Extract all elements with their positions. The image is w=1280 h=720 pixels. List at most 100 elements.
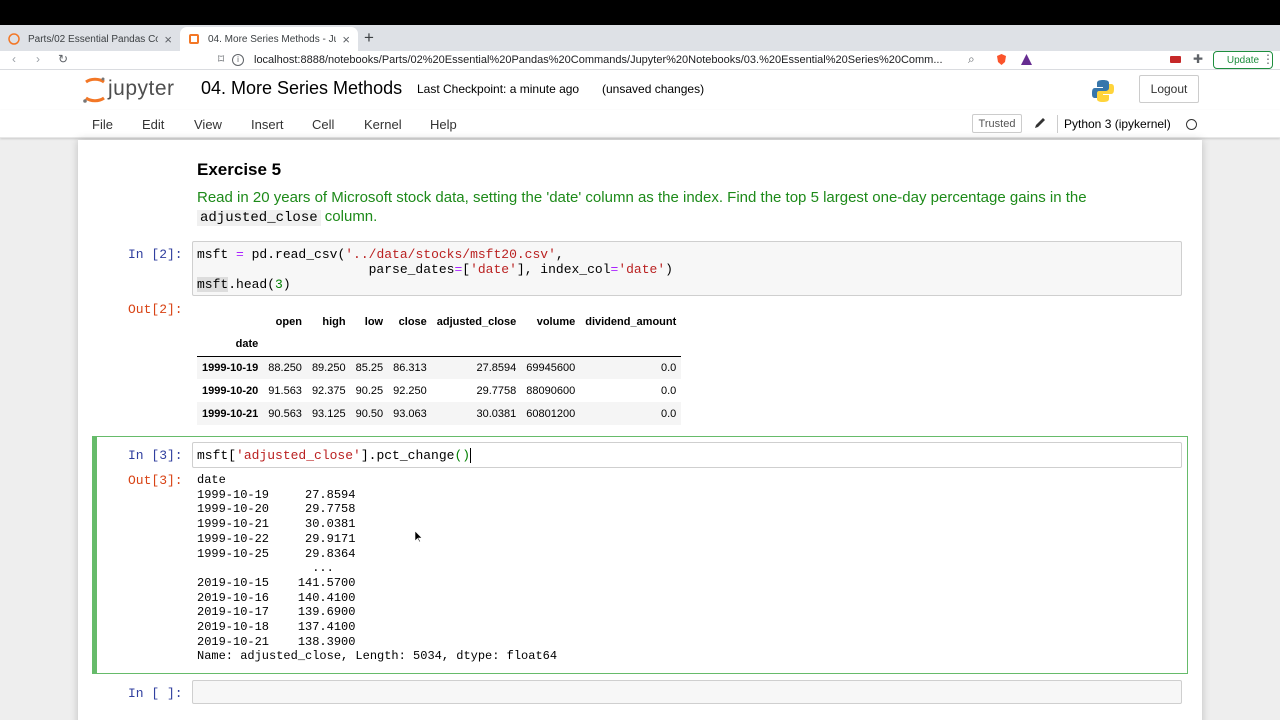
output-line: date <box>197 473 226 487</box>
dataframe-header-row: open high low close adjusted_close volum… <box>197 310 681 333</box>
cell3-code: msft['adjusted_close'].pct_change() <box>197 448 472 463</box>
menu-cell[interactable]: Cell <box>312 117 334 132</box>
code-token: pd.read_csv( <box>243 247 346 262</box>
code-token: msft[ <box>197 448 237 463</box>
table-cell: 91.563 <box>268 384 302 397</box>
code-token: () <box>454 448 471 463</box>
tab-close-icon[interactable]: × <box>164 32 172 47</box>
empty-cell <box>580 333 682 357</box>
python-logo-icon <box>1092 80 1114 102</box>
back-icon[interactable]: ‹ <box>12 52 16 66</box>
zoom-icon[interactable]: ⌕ <box>968 52 975 67</box>
output-line: ... <box>197 561 334 576</box>
brave-rewards-icon[interactable] <box>1020 53 1033 66</box>
pencil-icon[interactable] <box>1033 116 1047 130</box>
column-header: open <box>275 315 302 328</box>
menu-container: File Edit View Insert Cell Kernel Help T… <box>78 110 1202 138</box>
bookmark-icon[interactable]: ⌑ <box>218 52 224 66</box>
menu-view[interactable]: View <box>194 117 222 132</box>
table-cell: 92.250 <box>393 384 427 397</box>
row-index: 1999-10-21 <box>202 407 259 420</box>
table-cell: 60801200 <box>526 407 576 420</box>
browser-tab-more-series[interactable]: 04. More Series Methods - Jupyt × <box>180 27 358 51</box>
table-cell: 69945600 <box>526 361 576 374</box>
code-token: 'date' <box>618 262 666 277</box>
forward-icon[interactable]: › <box>36 52 40 66</box>
table-cell: 0.0 <box>660 361 677 374</box>
checkpoint-status: Last Checkpoint: a minute ago <box>417 82 580 96</box>
exercise-text: Read in 20 years of Microsoft stock data… <box>197 188 1167 228</box>
menu-kebab-icon[interactable]: ⋮ <box>1262 52 1274 66</box>
table-row: 1999-10-19 88.250 89.250 85.25 86.313 27… <box>197 356 682 379</box>
column-header: dividend_amount <box>585 315 677 328</box>
menu-help[interactable]: Help <box>430 117 457 132</box>
address-bar[interactable]: i localhost:8888/notebooks/Parts/02%20Es… <box>232 51 1042 69</box>
empty-cell <box>388 333 432 357</box>
column-header: adjusted_close <box>436 315 517 328</box>
table-cell: 90.25 <box>355 384 384 397</box>
kernel-separator <box>1057 115 1058 133</box>
table-cell: 92.375 <box>311 384 346 397</box>
output-line: 2019-10-18 137.4100 <box>197 620 356 635</box>
code-token: parse_dates <box>197 262 455 277</box>
table-cell: 86.313 <box>393 361 427 374</box>
table-cell: 88.250 <box>268 361 302 374</box>
code-token: '../data/stocks/msft20.csv' <box>345 247 556 262</box>
tab-label: 04. More Series Methods - Jupyt <box>208 33 337 45</box>
empty-cell <box>350 333 389 357</box>
code-token: ) <box>665 262 673 277</box>
code-token: msft <box>197 277 229 292</box>
index-name: date <box>197 333 264 357</box>
extension-icon[interactable] <box>1169 53 1182 66</box>
browser-tab-strip: Parts/02 Essential Pandas Comman × 04. M… <box>0 25 1280 51</box>
trusted-indicator[interactable]: Trusted <box>972 114 1022 133</box>
tab-label: Parts/02 Essential Pandas Comman <box>28 33 159 45</box>
column-header: volume <box>536 315 576 328</box>
logout-button[interactable]: Logout <box>1139 75 1199 103</box>
new-tab-icon[interactable]: + <box>364 28 374 48</box>
table-cell: 88090600 <box>526 384 576 397</box>
brave-shield-icon[interactable] <box>995 53 1008 66</box>
code-token: [ <box>462 262 471 277</box>
jupyter-favicon-icon <box>8 33 20 45</box>
table-cell: 30.0381 <box>476 407 517 420</box>
kernel-name[interactable]: Python 3 (ipykernel) <box>1064 117 1171 131</box>
screen-top-bar <box>0 0 1280 25</box>
code-token: msft <box>197 247 237 262</box>
output-line: 2019-10-21 138.3900 <box>197 634 356 649</box>
menu-kernel[interactable]: Kernel <box>364 117 402 132</box>
logout-label: Logout <box>1150 82 1188 96</box>
reload-icon[interactable]: ↻ <box>58 52 68 66</box>
code-token: 3 <box>275 277 283 292</box>
output-line: 1999-10-21 30.0381 <box>197 517 356 532</box>
table-cell: 90.50 <box>355 407 384 420</box>
column-header: low <box>364 315 384 328</box>
table-cell: 93.125 <box>311 407 346 420</box>
series-output: date 1999-10-19 27.8594 1999-10-20 29.7758… <box>197 473 557 664</box>
exercise-text-pre: Read in 20 years of Microsoft stock data… <box>197 189 1087 206</box>
cell4-input[interactable] <box>192 680 1182 704</box>
cell2-out-prompt: Out[2]: <box>128 302 183 317</box>
browser-tab-parts[interactable]: Parts/02 Essential Pandas Comman × <box>0 27 180 51</box>
tab-close-icon[interactable]: × <box>342 32 350 47</box>
code-token: ].pct_change <box>360 448 455 463</box>
cell4-in-prompt: In [ ]: <box>128 686 183 701</box>
code-token: 'date' <box>470 262 517 277</box>
extensions-puzzle-icon[interactable]: ✚ <box>1193 52 1203 66</box>
menu-file[interactable]: File <box>92 117 113 132</box>
menu-insert[interactable]: Insert <box>251 117 284 132</box>
table-cell: 93.063 <box>393 407 427 420</box>
cell2-code: msft = pd.read_csv('../data/stocks/msft2… <box>197 247 673 292</box>
update-label: Update <box>1226 54 1260 66</box>
dataframe-output: open high low close adjusted_close volum… <box>197 310 682 425</box>
jupyter-favicon-icon <box>189 34 199 44</box>
notebook-title[interactable]: 04. More Series Methods <box>201 78 402 99</box>
cell2-in-prompt: In [2]: <box>128 247 183 262</box>
menu-edit[interactable]: Edit <box>142 117 164 132</box>
site-info-icon[interactable]: i <box>232 54 244 66</box>
code-token: = <box>236 247 244 262</box>
cell3-in-prompt: In [3]: <box>128 448 183 463</box>
output-line: 1999-10-22 29.9171 <box>197 531 356 546</box>
output-line: 1999-10-25 29.8364 <box>197 546 356 561</box>
output-line: 2019-10-15 141.5700 <box>197 575 356 590</box>
